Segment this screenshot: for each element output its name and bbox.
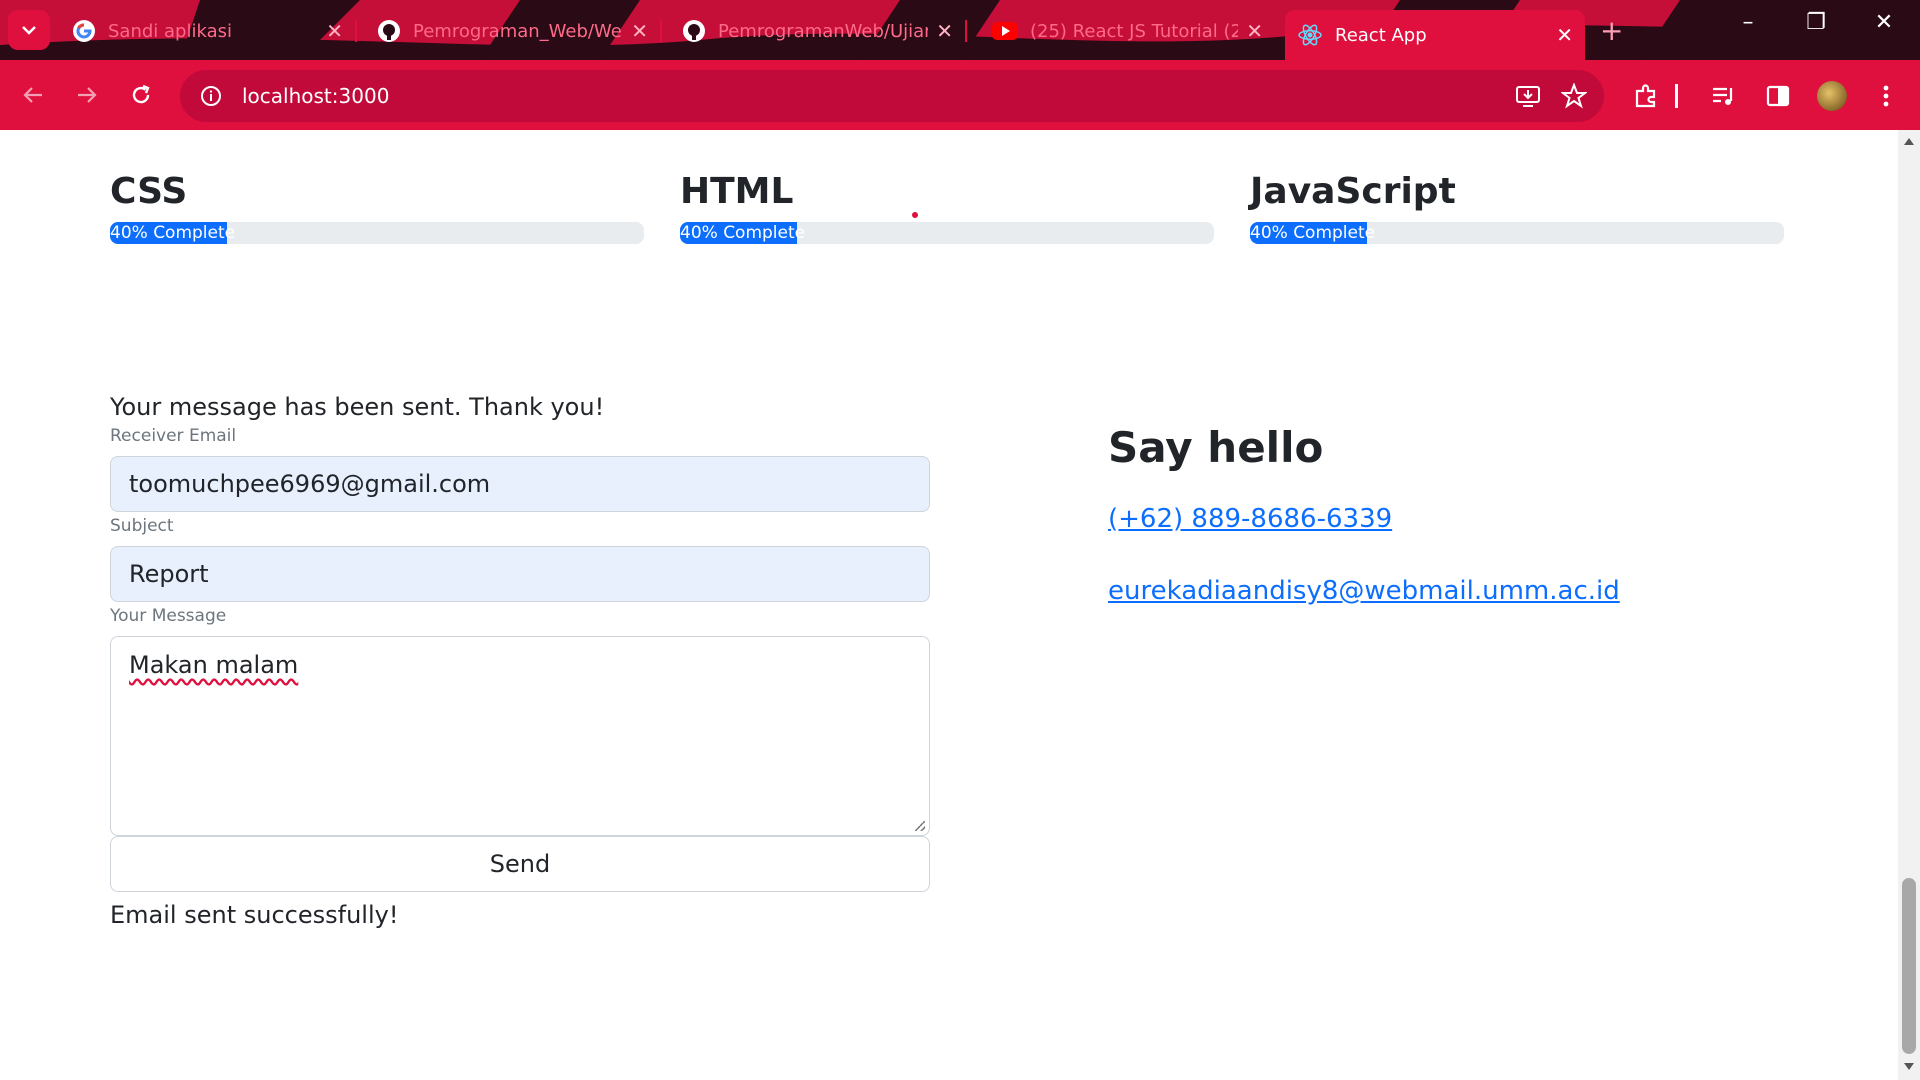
tab-pemrograman-web[interactable]: Pemrograman_Web/Web ✕: [365, 10, 662, 52]
page-content: CSS 40% Complete HTML 40% Complete JavaS…: [0, 130, 1898, 1080]
reload-icon: [132, 84, 150, 104]
tab-title: React App: [1335, 24, 1427, 46]
close-icon[interactable]: ✕: [1246, 19, 1263, 43]
message-label: Your Message: [110, 606, 227, 626]
close-icon[interactable]: ✕: [326, 19, 343, 43]
message-textarea[interactable]: Makan malam: [110, 636, 930, 836]
email-field[interactable]: toomuchpee6969@gmail.com: [110, 456, 930, 512]
tab-title: (25) React JS Tutorial (20: [1030, 20, 1239, 42]
youtube-icon: [992, 22, 1018, 40]
github-icon: [378, 20, 400, 42]
install-app-button[interactable]: [1510, 78, 1546, 114]
google-icon: [73, 20, 95, 42]
page-scrollbar[interactable]: [1898, 130, 1920, 1080]
react-icon: [1298, 24, 1322, 46]
tab-react-app[interactable]: React App ✕: [1285, 10, 1585, 60]
progress-track: 40% Complete: [680, 222, 1214, 244]
url-text[interactable]: localhost:3000: [242, 84, 389, 108]
info-icon: [201, 86, 221, 106]
subject-field[interactable]: Report: [110, 546, 930, 602]
tab-sandi-aplikasi[interactable]: Sandi aplikasi ✕: [60, 10, 357, 52]
progress-track: 40% Complete: [1250, 222, 1784, 244]
kebab-menu-icon: [1883, 85, 1889, 107]
skill-title: JavaScript: [1250, 171, 1456, 212]
contact-form: Your message has been sent. Thank you! R…: [110, 392, 930, 934]
scrollbar-thumb[interactable]: [1902, 878, 1916, 1054]
bookmark-button[interactable]: [1556, 78, 1592, 114]
tab-search-button[interactable]: [8, 10, 50, 50]
arrow-left-icon: [23, 87, 42, 103]
side-panel-icon: [1766, 85, 1790, 107]
tab-title: Sandi aplikasi: [108, 20, 232, 42]
message-text: Makan malam: [129, 651, 299, 679]
progress-bar: 40% Complete: [680, 222, 806, 244]
toolbar-divider: [1674, 78, 1678, 114]
puzzle-icon: [1635, 84, 1656, 108]
chevron-down-icon: [22, 26, 36, 35]
tab-react-tutorial[interactable]: (25) React JS Tutorial (20 ✕: [980, 10, 1275, 52]
arrow-right-icon: [78, 87, 97, 103]
address-bar[interactable]: localhost:3000: [180, 70, 1604, 122]
say-hello-heading: Say hello: [1108, 423, 1324, 472]
playlist-icon: [1713, 87, 1733, 105]
site-info-icon[interactable]: [194, 79, 228, 113]
forward-button[interactable]: [70, 78, 104, 112]
subject-label: Subject: [110, 516, 174, 536]
progress-track: 40% Complete: [110, 222, 644, 244]
back-button[interactable]: [16, 78, 50, 112]
github-icon: [683, 20, 705, 42]
reload-button[interactable]: [124, 78, 158, 112]
skill-title: HTML: [680, 171, 794, 212]
contact-info: Say hello (+62) 889-8686-6339 eurekadiaa…: [1108, 422, 1808, 606]
skill-javascript: JavaScript 40% Complete: [1250, 170, 1784, 244]
tab-separator: [660, 20, 662, 42]
tab-separator: [355, 20, 357, 42]
profile-button[interactable]: [1814, 78, 1850, 114]
media-controls-button[interactable]: [1706, 78, 1742, 114]
close-window-icon[interactable]: ✕: [1864, 10, 1904, 35]
scroll-down-icon[interactable]: [1904, 1063, 1914, 1070]
tab-title: Pemrograman_Web/Web: [413, 20, 624, 42]
success-message: Email sent successfully!: [110, 901, 399, 929]
email-label: Receiver Email: [110, 426, 237, 446]
skill-html: HTML 40% Complete: [680, 170, 1214, 244]
cursor-dot: [912, 212, 918, 218]
sent-status-message: Your message has been sent. Thank you!: [110, 393, 605, 421]
tab-separator: [965, 20, 967, 42]
new-tab-button[interactable]: +: [1600, 14, 1623, 47]
extensions-button[interactable]: [1628, 78, 1664, 114]
avatar: [1817, 81, 1847, 111]
resize-handle[interactable]: [915, 821, 925, 831]
progress-bar: 40% Complete: [110, 222, 236, 244]
menu-button[interactable]: [1868, 78, 1904, 114]
progress-bar: 40% Complete: [1250, 222, 1376, 244]
tab-title: PemrogramanWeb/Ujian: [718, 20, 929, 42]
restore-icon[interactable]: ❐: [1796, 10, 1836, 35]
browser-toolbar: localhost:3000: [0, 60, 1920, 130]
send-button[interactable]: Send: [110, 836, 930, 892]
skill-title: CSS: [110, 171, 188, 212]
star-icon: [1561, 83, 1587, 109]
side-panel-button[interactable]: [1760, 78, 1796, 114]
tab-pemrograman-web-ujian[interactable]: PemrogramanWeb/Ujian ✕: [670, 10, 967, 52]
tab-strip: Sandi aplikasi ✕ Pemrograman_Web/Web ✕ P…: [0, 0, 1920, 60]
minimize-icon[interactable]: –: [1728, 10, 1768, 35]
close-icon[interactable]: ✕: [1556, 23, 1573, 47]
skill-css: CSS 40% Complete: [110, 170, 644, 244]
install-icon: [1516, 86, 1540, 107]
email-link[interactable]: eurekadiaandisy8@webmail.umm.ac.id: [1108, 576, 1808, 606]
phone-link[interactable]: (+62) 889-8686-6339: [1108, 504, 1808, 534]
close-icon[interactable]: ✕: [631, 19, 648, 43]
close-icon[interactable]: ✕: [936, 19, 953, 43]
scroll-up-icon[interactable]: [1904, 138, 1914, 145]
